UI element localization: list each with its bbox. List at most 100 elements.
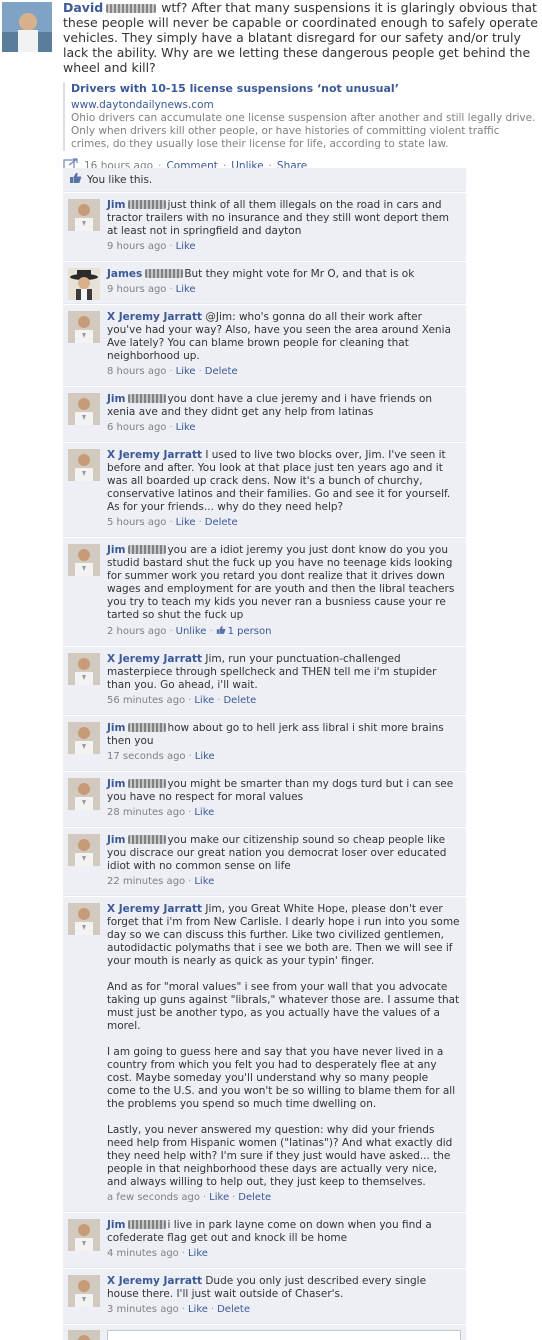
- comment-author-avatar[interactable]: [68, 1219, 100, 1251]
- comment-timestamp[interactable]: 28 minutes ago: [107, 807, 185, 818]
- comment-meta: 22 minutes ago · Like: [107, 876, 215, 887]
- comment-author-name[interactable]: Jim: [107, 834, 125, 846]
- comment-timestamp[interactable]: a few seconds ago: [107, 1192, 200, 1203]
- comment-text: X Jeremy Jarratt @Jim: who's gonna do al…: [107, 311, 460, 363]
- comment-timestamp[interactable]: 9 hours ago: [107, 241, 166, 252]
- comment-meta: 4 minutes ago · Like: [107, 1248, 208, 1259]
- comment-text: Jim you make our citizenship sound so che…: [107, 834, 460, 873]
- comment-text: Jim how about go to hell jerk ass libral …: [107, 722, 460, 748]
- write-comment-input[interactable]: [107, 1330, 461, 1340]
- comment-meta: 8 hours ago · Like · Delete: [107, 366, 238, 377]
- redacted-surname: [145, 269, 184, 278]
- comment-like-link[interactable]: Like: [194, 876, 214, 887]
- comment-like-link[interactable]: Like: [195, 751, 215, 762]
- comment-author-avatar[interactable]: [68, 311, 100, 343]
- comment-like-link[interactable]: Like: [194, 695, 214, 706]
- comment-like-link[interactable]: Like: [176, 517, 196, 528]
- comment-author-avatar[interactable]: [68, 1275, 100, 1307]
- comment-like-link[interactable]: Like: [176, 284, 196, 295]
- comment-author-name[interactable]: Jim: [107, 544, 125, 556]
- comment-author-avatar[interactable]: [68, 722, 100, 754]
- comment-body: But they might vote for Mr O, and that i…: [184, 268, 415, 280]
- comment-like-link[interactable]: Like: [188, 1248, 208, 1259]
- comment-timestamp[interactable]: 6 hours ago: [107, 422, 166, 433]
- comment-meta: 28 minutes ago · Like: [107, 807, 215, 818]
- comment-timestamp[interactable]: 8 hours ago: [107, 366, 166, 377]
- comment-author-name[interactable]: X Jeremy Jarratt: [107, 1275, 202, 1287]
- comment: Jim you are a idiot jeremy you just dont …: [63, 538, 466, 646]
- comment-author-name[interactable]: X Jeremy Jarratt: [107, 311, 202, 323]
- comment-like-link[interactable]: Like: [209, 1192, 229, 1203]
- comment-timestamp[interactable]: 2 hours ago: [107, 626, 166, 637]
- comment-author-avatar[interactable]: [68, 393, 100, 425]
- redacted-surname: [128, 1220, 167, 1229]
- comment-author-avatar[interactable]: [68, 449, 100, 481]
- comment-delete-link[interactable]: Delete: [205, 366, 238, 377]
- comment-meta: 2 hours ago · Unlike · 1 person: [107, 626, 272, 637]
- comment-like-link[interactable]: Like: [188, 1304, 208, 1315]
- comment-author-avatar[interactable]: [68, 653, 100, 685]
- write-comment-row: [63, 1325, 466, 1340]
- comment-author-name[interactable]: Jim: [107, 1219, 125, 1231]
- comment-author-avatar[interactable]: [68, 834, 100, 866]
- comment-meta: 3 minutes ago · Like · Delete: [107, 1304, 250, 1315]
- comment-text: X Jeremy Jarratt Jim, you Great White Ho…: [107, 903, 460, 1189]
- comment-timestamp[interactable]: 5 hours ago: [107, 517, 166, 528]
- comment-author-name[interactable]: Jim: [107, 199, 125, 211]
- comments-panel: You like this. Jim just think of all them…: [63, 168, 466, 1340]
- comment-author-name[interactable]: X Jeremy Jarratt: [107, 903, 202, 915]
- shared-link-description: Ohio drivers can accumulate one license …: [71, 112, 536, 150]
- comment-delete-link[interactable]: Delete: [217, 1304, 250, 1315]
- comment: Jim you dont have a clue jeremy and i hav…: [63, 387, 466, 442]
- comment: Jim how about go to hell jerk ass libral …: [63, 716, 466, 771]
- viewer-avatar: [68, 1330, 100, 1340]
- comment-meta: a few seconds ago · Like · Delete: [107, 1192, 272, 1203]
- comment-delete-link[interactable]: Delete: [205, 517, 238, 528]
- comment-body: you are a idiot jeremy you just dont kno…: [107, 544, 455, 621]
- comment-author-name[interactable]: Jim: [107, 393, 125, 405]
- thumbs-up-icon: [69, 172, 82, 187]
- comment-author-name[interactable]: X Jeremy Jarratt: [107, 653, 202, 665]
- comment-timestamp[interactable]: 17 seconds ago: [107, 751, 186, 762]
- post-author-name[interactable]: David: [63, 0, 103, 15]
- shared-link-title[interactable]: Drivers with 10-15 license suspensions ‘…: [71, 82, 399, 95]
- comment-like-link[interactable]: Like: [176, 422, 196, 433]
- comment-timestamp[interactable]: 9 hours ago: [107, 284, 166, 295]
- comment-meta: 5 hours ago · Like · Delete: [107, 517, 238, 528]
- comment-author-name[interactable]: X Jeremy Jarratt: [107, 449, 202, 461]
- redacted-surname: [128, 200, 167, 209]
- shared-link-url[interactable]: www.daytondailynews.com: [71, 99, 214, 111]
- comment-author-name[interactable]: James: [107, 268, 142, 280]
- comment-meta: 9 hours ago · Like: [107, 284, 196, 295]
- comment-paragraph: And as for "moral values" i see from you…: [107, 981, 460, 1032]
- comment-author-avatar[interactable]: [68, 903, 100, 935]
- comment-author-name[interactable]: Jim: [107, 722, 125, 734]
- comment-author-avatar[interactable]: [68, 778, 100, 810]
- comment-text: Jim you dont have a clue jeremy and i hav…: [107, 393, 460, 419]
- post-author-avatar[interactable]: [2, 2, 52, 52]
- comment-author-avatar[interactable]: [68, 544, 100, 576]
- comment-unlike-link[interactable]: Unlike: [176, 626, 207, 637]
- comment-author-avatar[interactable]: [68, 199, 100, 231]
- redacted-surname: [128, 835, 167, 844]
- comment-author-avatar[interactable]: [68, 268, 100, 300]
- post-text: David wtf? After that many suspensions i…: [63, 0, 539, 75]
- comment-delete-link[interactable]: Delete: [238, 1192, 271, 1203]
- thumbs-up-icon: [216, 626, 228, 637]
- comment-author-name[interactable]: Jim: [107, 778, 125, 790]
- comment-text: X Jeremy Jarratt Dude you only just desc…: [107, 1275, 460, 1301]
- comment-meta: 17 seconds ago · Like: [107, 751, 215, 762]
- comment-like-link[interactable]: Like: [176, 366, 196, 377]
- comment: X Jeremy Jarratt I used to live two bloc…: [63, 443, 466, 537]
- comment-timestamp[interactable]: 3 minutes ago: [107, 1304, 179, 1315]
- comment-timestamp[interactable]: 56 minutes ago: [107, 695, 185, 706]
- redacted-surname: [106, 4, 157, 13]
- comment-timestamp[interactable]: 22 minutes ago: [107, 876, 185, 887]
- comment: X Jeremy Jarratt Dude you only just desc…: [63, 1269, 466, 1324]
- comment-like-count[interactable]: 1 person: [228, 626, 272, 637]
- comment-timestamp[interactable]: 4 minutes ago: [107, 1248, 179, 1259]
- comment-like-link[interactable]: Like: [194, 807, 214, 818]
- redacted-surname: [128, 545, 167, 554]
- comment-like-link[interactable]: Like: [176, 241, 196, 252]
- comment-delete-link[interactable]: Delete: [223, 695, 256, 706]
